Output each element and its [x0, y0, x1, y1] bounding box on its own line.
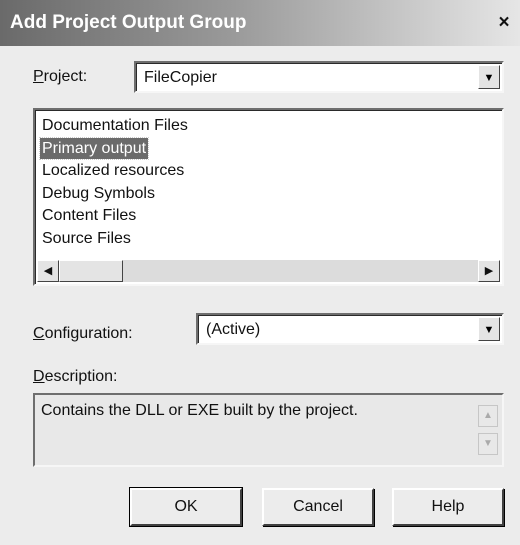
- close-icon[interactable]: ×: [492, 12, 516, 34]
- scroll-down-icon: ▼: [478, 433, 498, 455]
- ok-button[interactable]: OK: [129, 487, 243, 527]
- project-dropdown[interactable]: FileCopier ▼: [134, 61, 504, 93]
- project-label-accelerator: P: [33, 68, 44, 85]
- description-label-text: escription:: [44, 368, 118, 385]
- list-item[interactable]: Content Files: [40, 205, 138, 226]
- description-text: Contains the DLL or EXE built by the pro…: [41, 402, 358, 419]
- scroll-left-icon[interactable]: ◀: [37, 260, 59, 282]
- project-label-text: roject:: [43, 68, 88, 85]
- scrollbar-thumb[interactable]: [59, 260, 123, 282]
- scroll-up-icon: ▲: [478, 405, 498, 427]
- add-project-output-group-dialog: Add Project Output Group × Project: File…: [0, 0, 520, 545]
- list-item[interactable]: Documentation Files: [40, 115, 190, 136]
- window-title: Add Project Output Group: [10, 12, 247, 33]
- configuration-dropdown[interactable]: (Active) ▼: [196, 313, 504, 345]
- configuration-label-accelerator: C: [33, 325, 45, 342]
- title-bar: Add Project Output Group ×: [0, 0, 520, 46]
- output-group-list[interactable]: Documentation Files Primary output Localiz…: [33, 108, 504, 286]
- list-item[interactable]: Debug Symbols: [40, 183, 157, 204]
- chevron-down-icon[interactable]: ▼: [478, 65, 500, 89]
- configuration-dropdown-value: (Active): [206, 321, 261, 338]
- cancel-button[interactable]: Cancel: [262, 488, 374, 526]
- description-label: Description:: [33, 368, 117, 386]
- description-label-accelerator: D: [33, 368, 45, 385]
- list-item[interactable]: Source Files: [40, 228, 133, 249]
- configuration-label-text: onfiguration:: [44, 325, 133, 342]
- list-item[interactable]: Primary output: [38, 136, 150, 160]
- description-box: Contains the DLL or EXE built by the pro…: [33, 393, 504, 467]
- configuration-label: Configuration:: [33, 325, 133, 343]
- project-label: Project:: [33, 68, 87, 86]
- project-dropdown-value: FileCopier: [144, 69, 217, 86]
- chevron-down-icon[interactable]: ▼: [478, 317, 500, 341]
- scroll-right-icon[interactable]: ▶: [478, 260, 500, 282]
- vertical-scrollbar: ▲ ▼: [478, 397, 500, 463]
- horizontal-scrollbar[interactable]: ◀ ▶: [37, 260, 500, 282]
- list-item[interactable]: Localized resources: [40, 160, 186, 181]
- help-button[interactable]: Help: [392, 488, 504, 526]
